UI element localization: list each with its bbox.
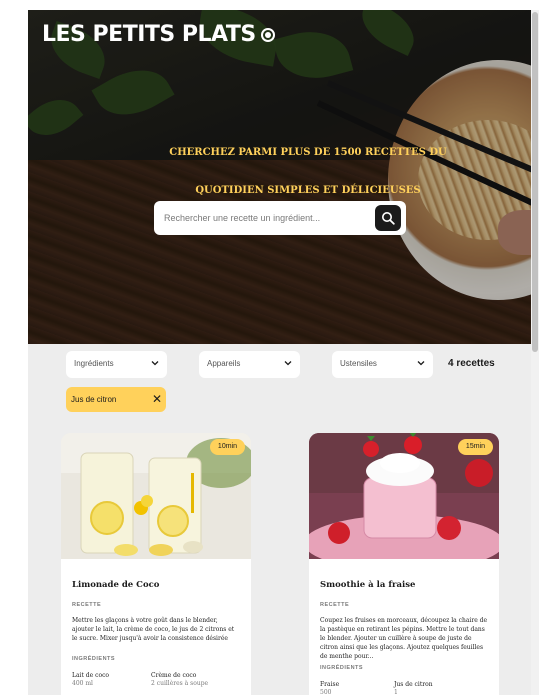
filter-label: Ingrédients (74, 359, 114, 368)
ingredient-name: Fraise (320, 681, 340, 688)
recipe-count: 4 recettes (448, 358, 495, 369)
recipe-title: Limonade de Coco (72, 580, 160, 590)
ingredient-item: Jus de citron 1 (394, 681, 472, 695)
chevron-down-icon (417, 361, 425, 366)
search-bar (154, 201, 406, 235)
ingredient-quantity: 2 cuillères à soupe (151, 679, 209, 687)
recipe-section-heading: RECETTE (72, 602, 102, 608)
recipe-description: Mettre les glaçons à votre goût dans le … (72, 617, 235, 642)
filter-ingredients-dropdown[interactable]: Ingrédients (66, 351, 167, 378)
tag-label: Jus de citron (71, 395, 117, 404)
search-icon (382, 212, 395, 225)
close-icon[interactable]: ✕ (152, 393, 162, 405)
recipe-image: 15min (309, 433, 499, 559)
recipe-section-heading: RECETTE (320, 602, 350, 608)
page: LES PETITS PLATS CHERCHEZ PARMI PLUS DE … (28, 10, 531, 695)
filter-label: Ustensiles (340, 359, 377, 368)
ingredient-item: Crème de coco 2 cuillères à soupe (151, 672, 229, 687)
recipe-description: Coupez les fruises en morceaux, découpez… (320, 617, 488, 660)
filter-ustensiles-dropdown[interactable]: Ustensiles (332, 351, 433, 378)
recipe-title: Smoothie à la fraise (320, 580, 416, 590)
ingredient-quantity: 400 ml (72, 679, 93, 687)
recipe-card[interactable]: 15min Smoothie à la fraise RECETTE Coupe… (309, 433, 499, 695)
hero-banner: LES PETITS PLATS CHERCHEZ PARMI PLUS DE … (28, 10, 531, 344)
logo-circle-icon (260, 27, 275, 42)
ingredient-item: Fraise 500 (320, 681, 398, 695)
scrollbar[interactable] (531, 10, 539, 695)
search-input[interactable] (164, 201, 364, 235)
ingredient-name: Lait de coco (72, 672, 110, 679)
ingredient-item: Lait de coco 400 ml (72, 672, 150, 687)
ingredient-name: Jus de citron (394, 681, 433, 688)
ingredients-section-heading: INGRÉDIENTS (320, 665, 364, 671)
hero-headline: CHERCHEZ PARMI PLUS DE 1500 RECETTES DU … (148, 134, 468, 210)
scrollbar-thumb[interactable] (532, 12, 538, 352)
chevron-down-icon (151, 361, 159, 366)
recipe-image: 10min (61, 433, 251, 559)
active-filter-tag: Jus de citron ✕ (66, 387, 166, 412)
chevron-down-icon (284, 361, 292, 366)
site-logo[interactable]: LES PETITS PLATS (42, 22, 275, 47)
ingredient-quantity: 1 (394, 688, 398, 695)
hero-headline-line1: CHERCHEZ PARMI PLUS DE 1500 RECETTES DU (169, 147, 447, 158)
ingredient-quantity: 500 (320, 688, 332, 695)
logo-text: LES PETITS PLATS (42, 22, 256, 47)
recipe-card[interactable]: 10min Limonade de Coco RECETTE Mettre le… (61, 433, 251, 695)
filter-appareils-dropdown[interactable]: Appareils (199, 351, 300, 378)
filter-label: Appareils (207, 359, 241, 368)
time-badge: 10min (209, 439, 245, 455)
search-button[interactable] (375, 205, 401, 231)
time-badge: 15min (457, 439, 493, 455)
ingredients-section-heading: INGRÉDIENTS (72, 656, 116, 662)
ingredient-name: Crème de coco (151, 672, 197, 679)
